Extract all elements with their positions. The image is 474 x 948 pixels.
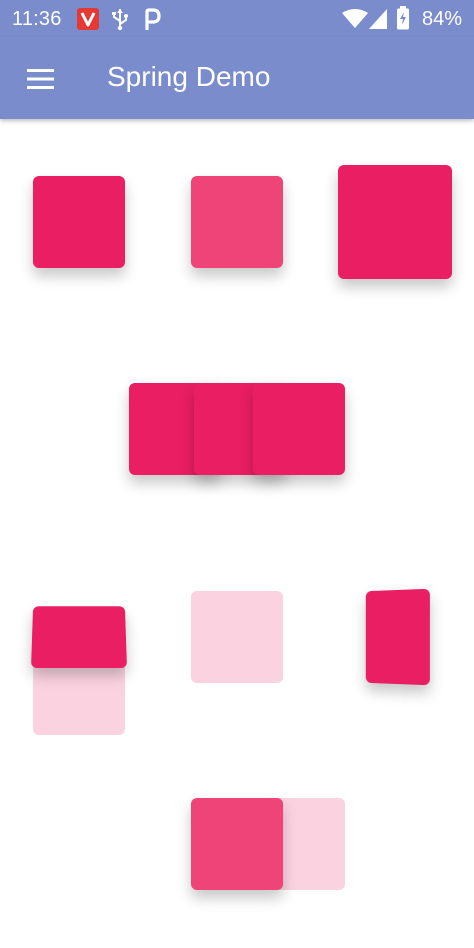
hamburger-menu-icon[interactable] — [20, 59, 60, 99]
chain-box-3[interactable] — [253, 383, 345, 475]
status-time: 11:36 — [12, 8, 62, 30]
app-bar: Spring Demo — [0, 37, 474, 119]
spring-box-translate[interactable] — [33, 176, 125, 268]
wifi-icon — [342, 9, 368, 28]
status-bar: 11:36 84% — [0, 0, 474, 37]
app-title: Spring Demo — [107, 61, 271, 92]
battery-icon — [397, 6, 409, 30]
parking-app-icon — [145, 8, 161, 30]
usb-icon — [112, 9, 128, 31]
cell-signal-icon — [369, 9, 387, 29]
slide-box[interactable] — [191, 798, 283, 890]
vivaldi-app-icon — [77, 8, 99, 30]
spring-box-faded[interactable] — [191, 591, 283, 683]
rotate-box[interactable] — [365, 588, 430, 686]
spring-box-fade[interactable] — [191, 176, 283, 268]
spring-box-scale[interactable] — [338, 165, 452, 279]
flip-box[interactable] — [31, 606, 127, 668]
menu-button[interactable] — [20, 59, 60, 99]
battery-percentage: 84% — [421, 8, 462, 30]
